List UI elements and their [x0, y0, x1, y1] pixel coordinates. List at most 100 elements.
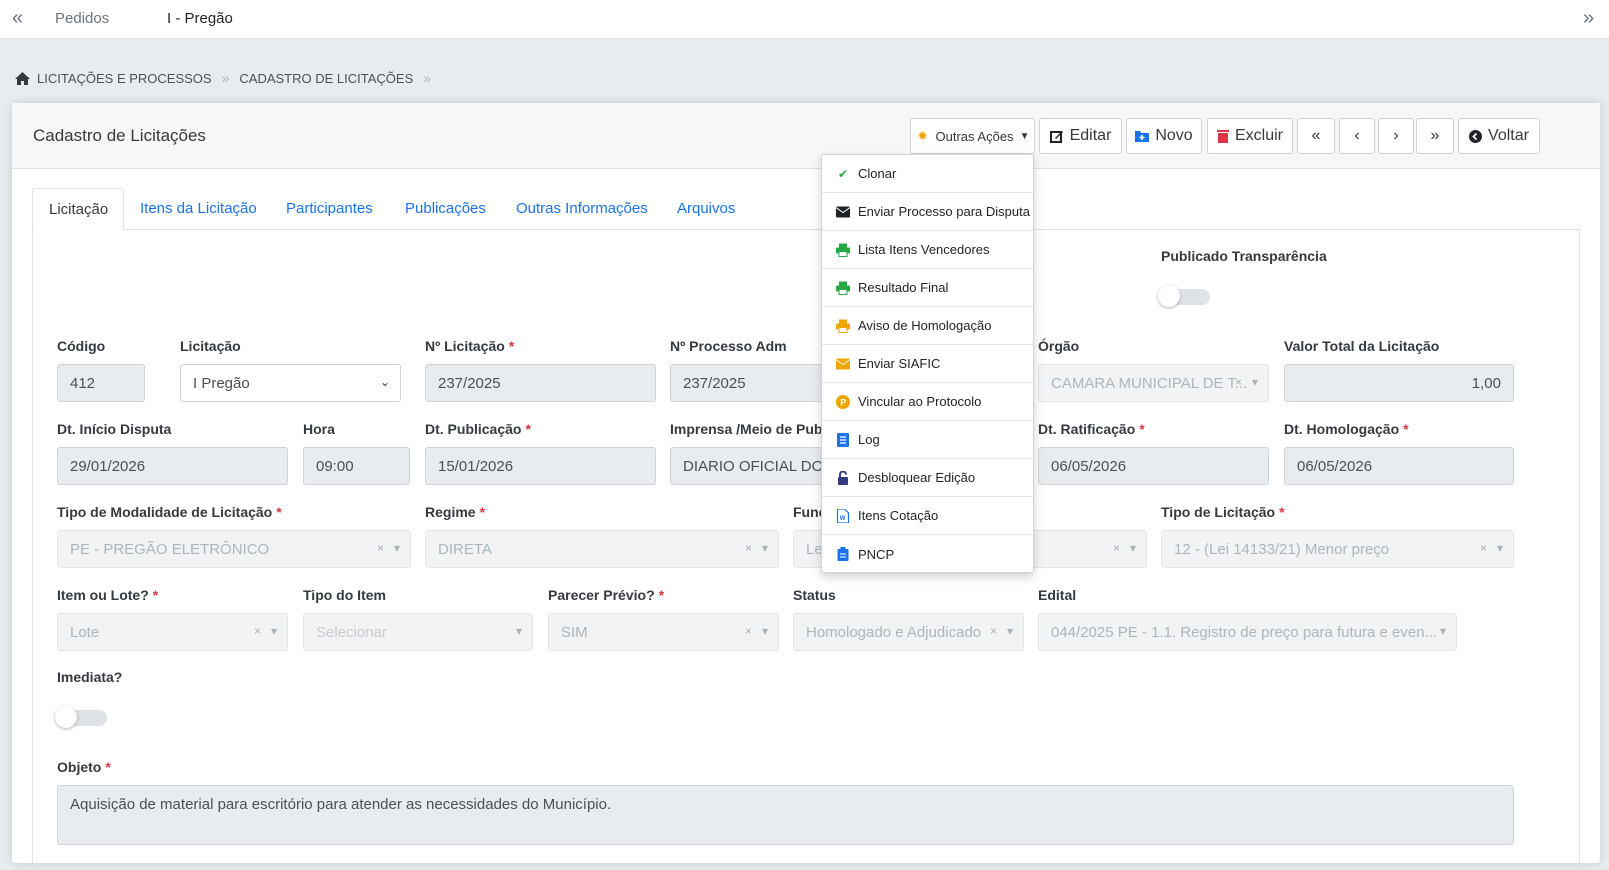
licitacao-value: I Pregão: [193, 374, 250, 392]
objeto-label: Objeto *: [57, 759, 111, 775]
tab-arquivos[interactable]: Arquivos: [661, 188, 751, 230]
select-controls: ▾: [515, 624, 522, 638]
novo-button[interactable]: Novo: [1126, 118, 1202, 154]
hora-field[interactable]: 09:00: [303, 447, 410, 485]
tab-outras-informacoes[interactable]: Outras Informações: [500, 188, 664, 230]
objeto-value: Aquisição de material para escritório pa…: [70, 796, 612, 813]
last-icon: »: [1430, 127, 1440, 144]
breadcrumb-item-licitacoes[interactable]: LICITAÇÕES E PROCESSOS: [37, 71, 212, 86]
codigo-field[interactable]: 412: [57, 364, 145, 402]
status-select[interactable]: Homologado e Adjudicado × ▾: [793, 613, 1024, 651]
edital-select[interactable]: 044/2025 PE - 1.1. Registro de preço par…: [1038, 613, 1457, 651]
tipo-item-value: Selecionar: [316, 623, 387, 641]
prev-icon: ‹: [1354, 127, 1360, 144]
item-lote-select[interactable]: Lote × ▾: [57, 613, 288, 651]
next-record-button[interactable]: ›: [1378, 118, 1414, 154]
menu-item-aviso-homologacao[interactable]: Aviso de Homologação: [822, 307, 1033, 345]
num-processo-field[interactable]: 237/2025: [670, 364, 830, 402]
codigo-value: 412: [70, 374, 96, 392]
dt-publicacao-field[interactable]: 15/01/2026: [425, 447, 656, 485]
menu-item-label: PNCP: [858, 546, 895, 562]
hora-label: Hora: [303, 421, 335, 437]
imediata-label: Imediata?: [57, 669, 123, 685]
tab-pedidos[interactable]: Pedidos: [55, 10, 109, 27]
valor-total-field[interactable]: 1,00: [1284, 364, 1514, 402]
imprensa-field[interactable]: DIARIO OFICIAL DOS M: [670, 447, 830, 485]
hora-value: 09:00: [316, 457, 354, 475]
objeto-textarea[interactable]: Aquisição de material para escritório pa…: [57, 785, 1514, 845]
dt-ratificacao-label: Dt. Ratificação *: [1038, 421, 1145, 437]
menu-item-pncp[interactable]: PNCP: [822, 535, 1033, 573]
imediata-toggle[interactable]: [55, 706, 107, 728]
dt-publicacao-value: 15/01/2026: [438, 457, 514, 475]
dt-inicio-field[interactable]: 29/01/2026: [57, 447, 288, 485]
voltar-button[interactable]: Voltar: [1458, 118, 1540, 154]
menu-item-desbloquear-edicao[interactable]: Desbloquear Edição: [822, 459, 1033, 497]
publicado-transparencia-toggle[interactable]: [1158, 285, 1210, 307]
menu-item-lista-itens-vencedores[interactable]: Lista Itens Vencedores: [822, 231, 1033, 269]
menu-item-enviar-processo[interactable]: Enviar Processo para Disputa: [822, 193, 1033, 231]
chevron-double-right-icon: »: [423, 70, 432, 86]
tipo-licitacao-select[interactable]: 12 - (Lei 14133/21) Menor preço × ▾: [1161, 530, 1514, 568]
modalidade-select[interactable]: PE - PREGÃO ELETRÔNICO × ▾: [57, 530, 411, 568]
editar-button[interactable]: Editar: [1039, 118, 1122, 154]
dt-ratificacao-field[interactable]: 06/05/2026: [1038, 447, 1269, 485]
list-icon: [837, 432, 849, 447]
tab-pregao[interactable]: I - Pregão: [167, 10, 233, 27]
num-licitacao-field[interactable]: 237/2025: [425, 364, 656, 402]
num-processo-value: 237/2025: [683, 374, 746, 392]
modalidade-label: Tipo de Modalidade de Licitação *: [57, 504, 282, 520]
breadcrumb-item-cadastro[interactable]: CADASTRO DE LICITAÇÕES: [239, 71, 413, 86]
arrow-circle-left-icon: [1469, 129, 1483, 143]
regime-select[interactable]: DIRETA × ▾: [425, 530, 779, 568]
modalidade-value: PE - PREGÃO ELETRÔNICO: [70, 540, 270, 558]
menu-item-itens-cotacao[interactable]: W Itens Cotação: [822, 497, 1033, 535]
menu-item-log[interactable]: Log: [822, 421, 1033, 459]
menu-item-clonar[interactable]: ✔ Clonar: [822, 155, 1033, 193]
edital-value: 044/2025 PE - 1.1. Registro de preço par…: [1051, 623, 1438, 641]
last-record-button[interactable]: »: [1416, 118, 1454, 154]
dt-inicio-value: 29/01/2026: [70, 457, 146, 475]
svg-text:P: P: [840, 397, 846, 407]
tipo-licitacao-value: 12 - (Lei 14133/21) Menor preço: [1174, 540, 1390, 558]
tipo-item-select[interactable]: Selecionar ▾: [303, 613, 533, 651]
licitacao-select[interactable]: I Pregão ⌄: [180, 364, 401, 402]
dt-homologacao-label: Dt. Homologação *: [1284, 421, 1409, 437]
tab-participantes[interactable]: Participantes: [270, 188, 389, 230]
menu-item-label: Log: [858, 432, 880, 447]
tab-bar: Licitação Itens da Licitação Participant…: [32, 188, 1580, 230]
select-controls: × ▾: [1234, 375, 1258, 389]
status-value: Homologado e Adjudicado: [806, 623, 982, 641]
dt-homologacao-field[interactable]: 06/05/2026: [1284, 447, 1514, 485]
first-record-button[interactable]: «: [1297, 118, 1335, 154]
tab-itens-da-licitacao[interactable]: Itens da Licitação: [124, 188, 273, 230]
outras-acoes-button[interactable]: ✹ Outras Ações ▼: [910, 118, 1035, 154]
menu-item-resultado-final[interactable]: Resultado Final: [822, 269, 1033, 307]
trash-icon: [1216, 130, 1229, 143]
menu-item-enviar-siafic[interactable]: Enviar SIAFIC: [822, 345, 1033, 383]
tipo-item-label: Tipo do Item: [303, 587, 386, 603]
next-icon: ›: [1393, 127, 1399, 144]
collapse-left-icon[interactable]: «: [12, 8, 23, 28]
page-title: Cadastro de Licitações: [33, 126, 206, 145]
tab-licitacao[interactable]: Licitação: [32, 188, 124, 230]
select-controls: × ▾: [989, 624, 1013, 638]
menu-item-vincular-protocolo[interactable]: P Vincular ao Protocolo: [822, 383, 1033, 421]
menu-item-label: Itens Cotação: [858, 508, 939, 523]
print-icon: [836, 319, 850, 333]
collapse-right-icon[interactable]: »: [1583, 8, 1594, 28]
home-icon[interactable]: [14, 71, 31, 86]
dt-ratificacao-value: 06/05/2026: [1051, 457, 1127, 475]
orgao-select[interactable]: CAMARA MUNICIPAL DE T... × ▾: [1038, 364, 1269, 402]
breadcrumb: LICITAÇÕES E PROCESSOS » CADASTRO DE LIC…: [14, 70, 435, 86]
valor-total-value: 1,00: [1471, 374, 1501, 392]
tab-publicacoes[interactable]: Publicações: [389, 188, 502, 230]
imprensa-value: DIARIO OFICIAL DOS M: [683, 457, 829, 475]
parecer-label: Parecer Prévio? *: [548, 587, 665, 603]
excluir-button[interactable]: Excluir: [1207, 118, 1293, 154]
orgao-value: CAMARA MUNICIPAL DE T...: [1051, 374, 1248, 392]
parecer-select[interactable]: SIM × ▾: [548, 613, 779, 651]
menu-item-label: Lista Itens Vencedores: [858, 242, 990, 257]
select-controls: × ▾: [253, 624, 277, 638]
prev-record-button[interactable]: ‹: [1339, 118, 1375, 154]
